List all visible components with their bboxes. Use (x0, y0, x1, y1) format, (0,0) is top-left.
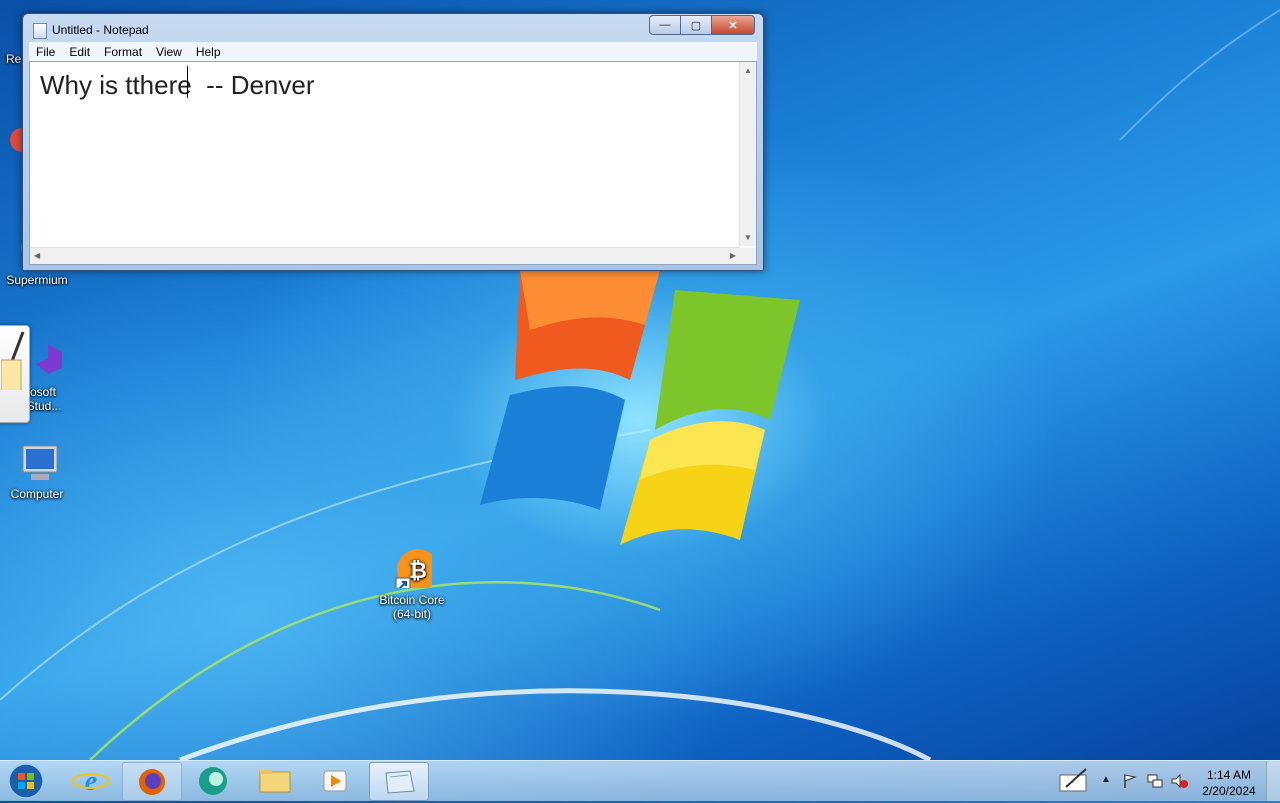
taskbar-notepad[interactable] (369, 762, 429, 801)
internet-explorer-icon: e (72, 766, 110, 797)
show-desktop-button[interactable] (1266, 761, 1280, 801)
editor-text[interactable]: Why is tthere -- Denver (40, 70, 315, 101)
supermium-label: Supermium (6, 273, 68, 287)
pen-icon (1, 331, 25, 390)
computer-shortcut[interactable]: Computer (1, 442, 73, 501)
scroll-left-arrow-icon[interactable]: ◀ (34, 251, 40, 260)
taskbar-internet-explorer[interactable]: e (62, 762, 120, 799)
minimize-button[interactable]: — (649, 15, 681, 35)
computer-icon (22, 445, 58, 480)
show-hidden-icons-chevron-icon[interactable]: ▲ (1101, 774, 1111, 785)
resize-grip-icon[interactable] (740, 248, 756, 264)
scroll-down-arrow-icon[interactable]: ▼ (744, 233, 752, 242)
volume-muted-icon[interactable] (1170, 773, 1188, 789)
scroll-right-arrow-icon[interactable]: ▶ (730, 251, 736, 260)
text-editor[interactable]: Why is tthere -- Denver ▲ ▼ ◀ ▶ (29, 61, 757, 265)
menu-help[interactable]: Help (189, 45, 228, 59)
network-icon[interactable] (1146, 773, 1164, 789)
taskbar-edge[interactable] (184, 762, 242, 799)
edge-icon (199, 767, 227, 795)
menu-bar: File Edit Format View Help (29, 42, 757, 61)
menu-view[interactable]: View (149, 45, 189, 59)
taskbar-media-player[interactable] (306, 762, 364, 799)
pen-input-icon[interactable] (1056, 767, 1092, 795)
horizontal-scrollbar[interactable]: ◀ ▶ (30, 247, 740, 264)
svg-text:₿: ₿ (409, 558, 427, 583)
windows-logo (480, 270, 800, 545)
text-caret (187, 66, 188, 98)
clock-time: 1:14 AM (1206, 768, 1252, 782)
notepad-app-icon (33, 23, 47, 39)
bitcoin-core-shortcut[interactable]: ₿ Bitcoin Core (64-bit) (376, 548, 448, 621)
action-center-flag-icon[interactable] (1122, 773, 1138, 789)
window-title: Untitled - Notepad (52, 23, 149, 37)
bitcoin-icon: ₿ (395, 549, 439, 593)
window-controls: — ▢ ✕ (649, 15, 755, 35)
media-player-icon (323, 770, 347, 792)
vertical-scrollbar[interactable]: ▲ ▼ (739, 62, 756, 246)
menu-file[interactable]: File (29, 45, 62, 59)
taskbar: e ▲ 1:14 AM 2/20/2024 (0, 760, 1280, 801)
svg-text:e: e (85, 766, 97, 797)
menu-format[interactable]: Format (97, 45, 149, 59)
system-clock[interactable]: 1:14 AM 2/20/2024 (1198, 767, 1260, 799)
scroll-up-arrow-icon[interactable]: ▲ (744, 66, 752, 75)
notepad-window[interactable]: Untitled - Notepad — ▢ ✕ File Edit Forma… (22, 13, 764, 271)
bitcoin-core-label: Bitcoin Core (64-bit) (379, 593, 445, 621)
visual-studio-icon (36, 344, 62, 374)
title-bar[interactable]: Untitled - Notepad — ▢ ✕ (23, 14, 763, 44)
close-button[interactable]: ✕ (711, 15, 755, 35)
menu-edit[interactable]: Edit (62, 45, 97, 59)
taskbar-firefox[interactable] (122, 762, 182, 801)
firefox-icon (139, 769, 165, 795)
notepad-gadget-partial[interactable] (0, 325, 30, 423)
clock-date: 2/20/2024 (1202, 784, 1256, 798)
computer-label: Computer (10, 487, 64, 501)
taskbar-file-explorer[interactable] (246, 762, 304, 799)
folder-icon (259, 770, 291, 793)
start-button[interactable] (4, 762, 48, 800)
maximize-button[interactable]: ▢ (680, 15, 712, 35)
notepad-icon (385, 770, 415, 794)
